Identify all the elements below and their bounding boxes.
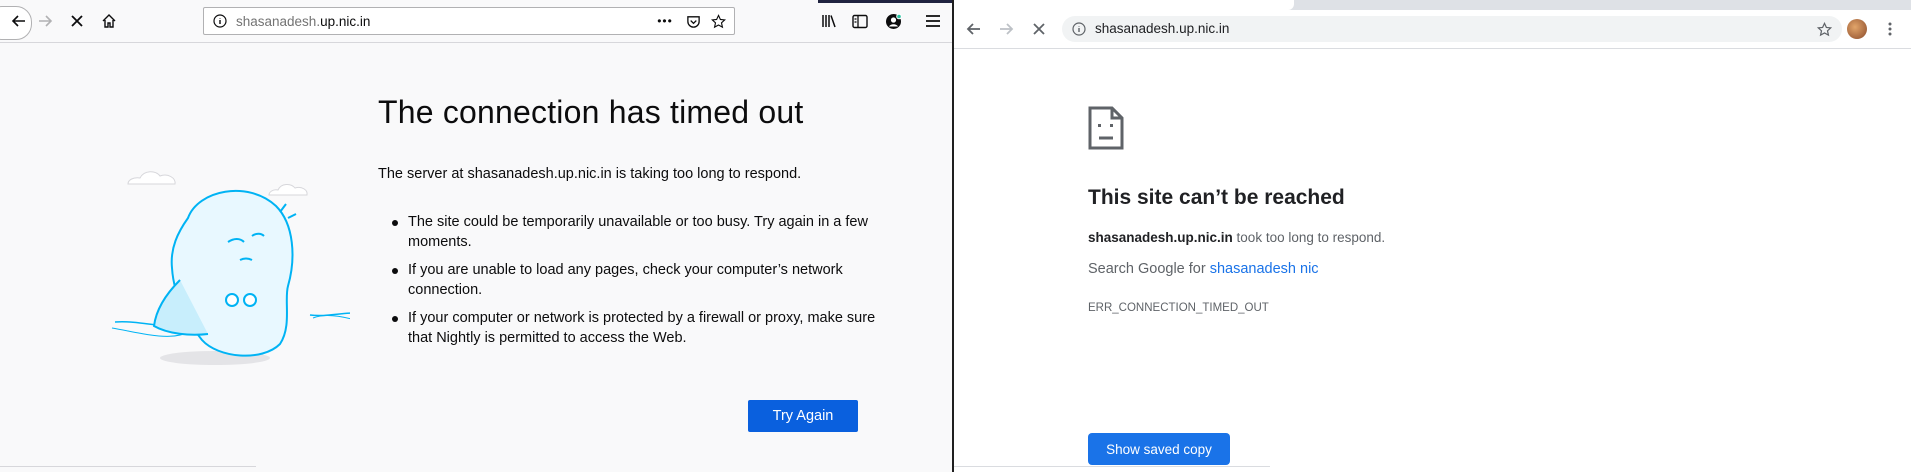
- bullet: [392, 220, 398, 226]
- info-icon[interactable]: [213, 14, 227, 28]
- forward-arrow-icon: [39, 15, 53, 27]
- firefox-toolbar: shasanadesh.up.nic.in •••: [0, 0, 952, 43]
- menu-icon[interactable]: [924, 12, 942, 30]
- error-description: The server at shasanadesh.up.nic.in is t…: [378, 166, 802, 182]
- bookmark-star-icon[interactable]: [710, 13, 726, 29]
- home-icon: [102, 14, 116, 28]
- search-suggestion: Search Google for shasanadesh nic: [1088, 261, 1319, 277]
- close-icon: [1033, 23, 1045, 35]
- page-actions-icon[interactable]: •••: [655, 13, 675, 29]
- sad-page-icon: [1088, 106, 1124, 150]
- search-link[interactable]: shasanadesh nic: [1210, 261, 1319, 277]
- forward-button[interactable]: [36, 12, 54, 30]
- error-heading: This site can’t be reached: [1088, 186, 1345, 209]
- close-icon: [71, 15, 83, 27]
- firefox-window: shasanadesh.up.nic.in ••• The connection…: [0, 0, 952, 472]
- back-arrow-icon: [966, 23, 980, 35]
- back-button[interactable]: [965, 20, 983, 38]
- error-title: The connection has timed out: [378, 94, 804, 130]
- timeout-illustration: [111, 171, 350, 365]
- url-bar[interactable]: shasanadesh.up.nic.in •••: [203, 7, 735, 35]
- url-text: shasanadesh.up.nic.in: [236, 14, 371, 29]
- home-button[interactable]: [100, 12, 118, 30]
- try-again-button[interactable]: Try Again: [748, 400, 858, 432]
- back-button[interactable]: [0, 6, 32, 40]
- error-detail: shasanadesh.up.nic.in took too long to r…: [1088, 230, 1386, 245]
- chrome-window: shasanadesh.up.nic.in This site can’t be…: [954, 0, 1911, 472]
- divider: [954, 466, 1270, 467]
- list-item: The site could be temporarily unavailabl…: [392, 212, 898, 252]
- stop-button[interactable]: [1030, 20, 1048, 38]
- forward-button[interactable]: [997, 20, 1015, 38]
- active-tab[interactable]: [954, 0, 1294, 10]
- bullet: [392, 316, 398, 322]
- menu-icon[interactable]: [1884, 20, 1896, 38]
- list-item: If you are unable to load any pages, che…: [392, 260, 898, 300]
- list-item: If your computer or network is protected…: [392, 308, 898, 348]
- avatar[interactable]: [1847, 19, 1867, 39]
- stop-button[interactable]: [68, 12, 86, 30]
- title-strip: [818, 0, 952, 3]
- library-icon[interactable]: [820, 12, 838, 30]
- back-arrow-icon: [11, 13, 27, 34]
- error-code: ERR_CONNECTION_TIMED_OUT: [1088, 302, 1269, 314]
- url-text: shasanadesh.up.nic.in: [1095, 21, 1230, 36]
- account-icon[interactable]: [884, 12, 902, 30]
- tab-strip: [954, 0, 1911, 10]
- sidebar-icon[interactable]: [851, 12, 869, 30]
- divider: [0, 466, 256, 467]
- forward-arrow-icon: [1000, 23, 1014, 35]
- suggestion-list: The site could be temporarily unavailabl…: [378, 212, 898, 356]
- info-icon[interactable]: [1072, 22, 1086, 36]
- bookmark-star-icon[interactable]: [1816, 21, 1832, 37]
- pocket-icon[interactable]: [685, 13, 701, 29]
- show-saved-copy-button[interactable]: Show saved copy: [1088, 433, 1230, 465]
- bullet: [392, 268, 398, 274]
